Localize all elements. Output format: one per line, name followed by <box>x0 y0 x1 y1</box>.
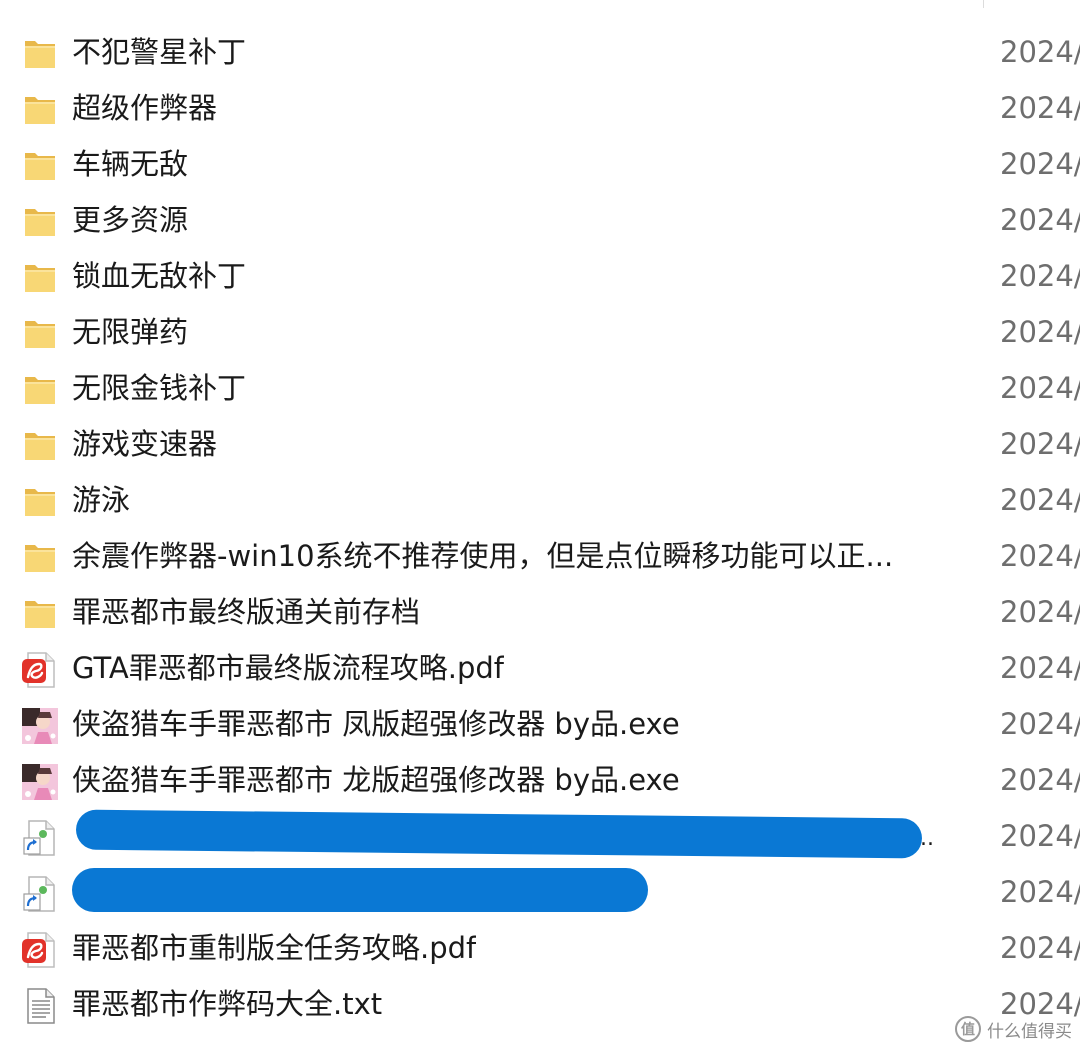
file-name[interactable]: 罪恶都市最终版通关前存档 <box>72 584 420 640</box>
file-row[interactable]: 无限弹药 2024/ <box>0 304 1080 360</box>
pdf-icon <box>20 650 60 690</box>
file-date-modified: 2024/ <box>1000 483 1080 517</box>
file-row[interactable]: 罪恶都市重制版全任务攻略.pdf 2024/ <box>0 920 1080 976</box>
folder-icon <box>20 538 60 578</box>
file-row[interactable]: 超级作弊器 2024/ <box>0 80 1080 136</box>
file-name[interactable]: 罪恶都市作弊码大全.txt <box>72 976 382 1032</box>
redaction-mark <box>72 868 648 912</box>
file-row[interactable]: 罪恶都市作弊码大全.txt 2024/ <box>0 976 1080 1032</box>
file-date-modified: 2024/ <box>1000 819 1080 853</box>
file-row[interactable]: 锁血无敌补丁 2024/ <box>0 248 1080 304</box>
file-row[interactable]: 罪恶都市最终版通关前存档 2024/ <box>0 584 1080 640</box>
zhi-icon: 值 <box>955 1016 981 1042</box>
file-name[interactable]: 更多资源 <box>72 192 188 248</box>
file-row[interactable]: 余震作弊器-win10系统不推荐使用，但是点位瞬移功能可以正... 2024/ <box>0 528 1080 584</box>
file-date-modified: 2024/ <box>1000 91 1080 125</box>
file-date-modified: 2024/ <box>1000 203 1080 237</box>
file-row[interactable]: 更多资源 2024/ <box>0 192 1080 248</box>
file-name[interactable]: 罪恶都市重制版全任务攻略.pdf <box>72 920 476 976</box>
file-row[interactable]: 侠盗猎车手罪恶都市 凤版超强修改器 by品.exe 2024/ <box>0 696 1080 752</box>
folder-icon <box>20 258 60 298</box>
watermark: 值 什么值得买 <box>955 1015 1072 1043</box>
shortcut-icon <box>20 874 60 914</box>
file-date-modified: 2024/ <box>1000 35 1080 69</box>
watermark-text: 什么值得买 <box>987 1021 1072 1042</box>
truncation-ellipsis: .. <box>920 826 934 851</box>
folder-icon <box>20 90 60 130</box>
file-name[interactable]: 车辆无敌 <box>72 136 188 192</box>
file-date-modified: 2024/ <box>1000 315 1080 349</box>
file-row[interactable]: 侠盗猎车手罪恶都市 龙版超强修改器 by品.exe 2024/ <box>0 752 1080 808</box>
file-name[interactable]: GTA罪恶都市最终版流程攻略.pdf <box>72 640 504 696</box>
file-row[interactable]: GTA罪恶都市最终版流程攻略.pdf 2024/ <box>0 640 1080 696</box>
file-row[interactable]: 游泳 2024/ <box>0 472 1080 528</box>
file-date-modified: 2024/ <box>1000 539 1080 573</box>
file-row[interactable]: 游戏变速器 2024/ <box>0 416 1080 472</box>
folder-icon <box>20 146 60 186</box>
file-name[interactable]: 超级作弊器 <box>72 80 217 136</box>
column-divider <box>983 0 984 8</box>
file-date-modified: 2024/ <box>1000 651 1080 685</box>
pdf-icon <box>20 930 60 970</box>
shortcut-icon <box>20 818 60 858</box>
exe-icon <box>20 762 60 802</box>
folder-icon <box>20 426 60 466</box>
file-name[interactable]: 无限弹药 <box>72 304 188 360</box>
file-date-modified: 2024/ <box>1000 259 1080 293</box>
file-row[interactable]: 车辆无敌 2024/ <box>0 136 1080 192</box>
file-name[interactable]: 游戏变速器 <box>72 416 217 472</box>
folder-icon <box>20 34 60 74</box>
file-date-modified: 2024/ <box>1000 875 1080 909</box>
folder-icon <box>20 594 60 634</box>
file-date-modified: 2024/ <box>1000 707 1080 741</box>
file-name[interactable]: 侠盗猎车手罪恶都市 龙版超强修改器 by品.exe <box>72 752 680 808</box>
file-date-modified: 2024/ <box>1000 763 1080 797</box>
folder-icon <box>20 202 60 242</box>
file-name[interactable]: 锁血无敌补丁 <box>72 248 246 304</box>
file-name[interactable]: 游泳 <box>72 472 130 528</box>
file-date-modified: 2024/ <box>1000 427 1080 461</box>
txt-icon <box>20 986 60 1026</box>
file-date-modified: 2024/ <box>1000 371 1080 405</box>
file-row[interactable]: 无限金钱补丁 2024/ <box>0 360 1080 416</box>
folder-icon <box>20 314 60 354</box>
exe-icon <box>20 706 60 746</box>
file-name[interactable]: 不犯警星补丁 <box>72 24 246 80</box>
file-name[interactable]: 余震作弊器-win10系统不推荐使用，但是点位瞬移功能可以正... <box>72 528 893 584</box>
file-row[interactable]: 不犯警星补丁 2024/ <box>0 24 1080 80</box>
file-name[interactable]: 侠盗猎车手罪恶都市 凤版超强修改器 by品.exe <box>72 696 680 752</box>
file-date-modified: 2024/ <box>1000 595 1080 629</box>
file-date-modified: 2024/ <box>1000 931 1080 965</box>
file-name[interactable]: 无限金钱补丁 <box>72 360 246 416</box>
folder-icon <box>20 482 60 522</box>
file-date-modified: 2024/ <box>1000 147 1080 181</box>
folder-icon <box>20 370 60 410</box>
